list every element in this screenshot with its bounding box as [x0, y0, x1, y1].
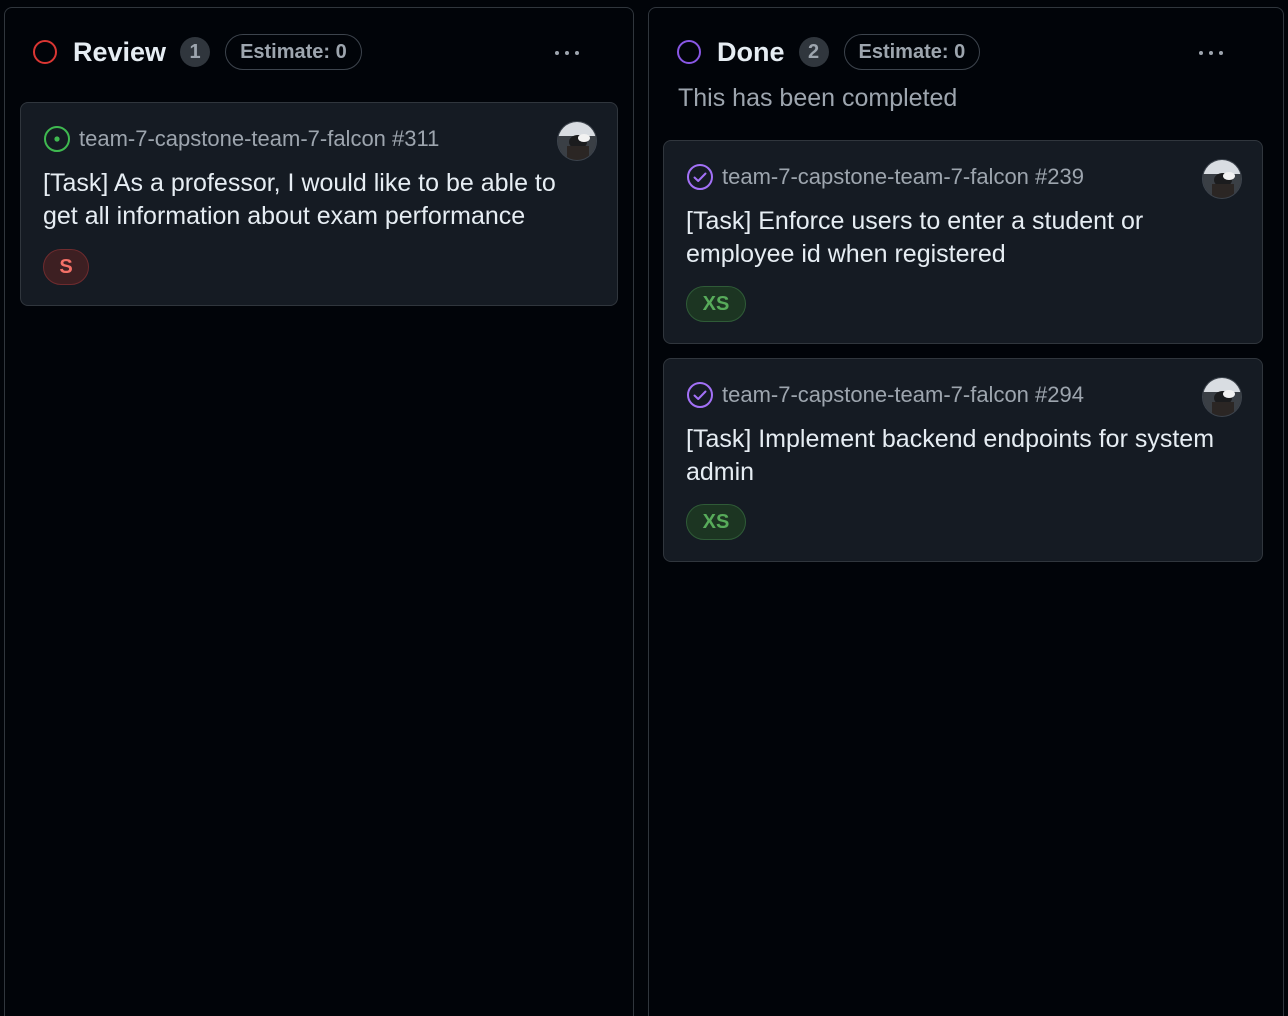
column-done: Done 2 Estimate: 0 This has been complet… — [648, 7, 1284, 1016]
issue-opened-icon — [43, 125, 71, 153]
issue-card[interactable]: team-7-capstone-team-7-falcon #311 [Task… — [20, 102, 618, 306]
card-meta: team-7-capstone-team-7-falcon #239 — [686, 163, 1084, 191]
status-circle-icon — [677, 40, 701, 64]
issue-card[interactable]: team-7-capstone-team-7-falcon #294 [Task… — [663, 358, 1263, 562]
status-circle-icon — [33, 40, 57, 64]
item-count-badge: 1 — [180, 37, 211, 67]
estimate-pill: Estimate: 0 — [843, 34, 981, 70]
issue-reference[interactable]: team-7-capstone-team-7-falcon #294 — [722, 382, 1084, 408]
card-title[interactable]: [Task] As a professor, I would like to b… — [43, 167, 597, 233]
item-count-badge: 2 — [798, 37, 829, 67]
card-meta: team-7-capstone-team-7-falcon #294 — [686, 381, 1084, 409]
issue-card[interactable]: team-7-capstone-team-7-falcon #239 [Task… — [663, 140, 1263, 344]
project-board: Review 1 Estimate: 0 team-7-capstone-tea… — [0, 0, 1288, 1016]
card-title[interactable]: [Task] Implement backend endpoints for s… — [686, 423, 1242, 489]
issue-closed-icon — [686, 163, 714, 191]
kebab-horizontal-icon — [1199, 51, 1223, 55]
column-more-options-button[interactable] — [549, 38, 585, 68]
size-label[interactable]: S — [43, 249, 89, 285]
column-header: Review 1 Estimate: 0 — [33, 34, 362, 70]
assignee-avatar[interactable] — [557, 121, 597, 161]
card-title[interactable]: [Task] Enforce users to enter a student … — [686, 205, 1242, 271]
kebab-horizontal-icon — [555, 51, 579, 55]
issue-closed-icon — [686, 381, 714, 409]
assignee-avatar[interactable] — [1202, 159, 1242, 199]
estimate-pill: Estimate: 0 — [225, 34, 362, 70]
assignee-avatar[interactable] — [1202, 377, 1242, 417]
size-label[interactable]: XS — [686, 504, 746, 540]
issue-reference[interactable]: team-7-capstone-team-7-falcon #239 — [722, 164, 1084, 190]
size-label[interactable]: XS — [686, 286, 746, 322]
column-title: Review — [73, 36, 167, 67]
column-review: Review 1 Estimate: 0 team-7-capstone-tea… — [4, 7, 634, 1016]
column-title: Done — [717, 36, 785, 67]
card-meta: team-7-capstone-team-7-falcon #311 — [43, 125, 439, 153]
column-more-options-button[interactable] — [1193, 38, 1229, 68]
column-description: This has been completed — [678, 84, 958, 112]
issue-reference[interactable]: team-7-capstone-team-7-falcon #311 — [79, 126, 439, 152]
column-header: Done 2 Estimate: 0 — [677, 34, 981, 70]
